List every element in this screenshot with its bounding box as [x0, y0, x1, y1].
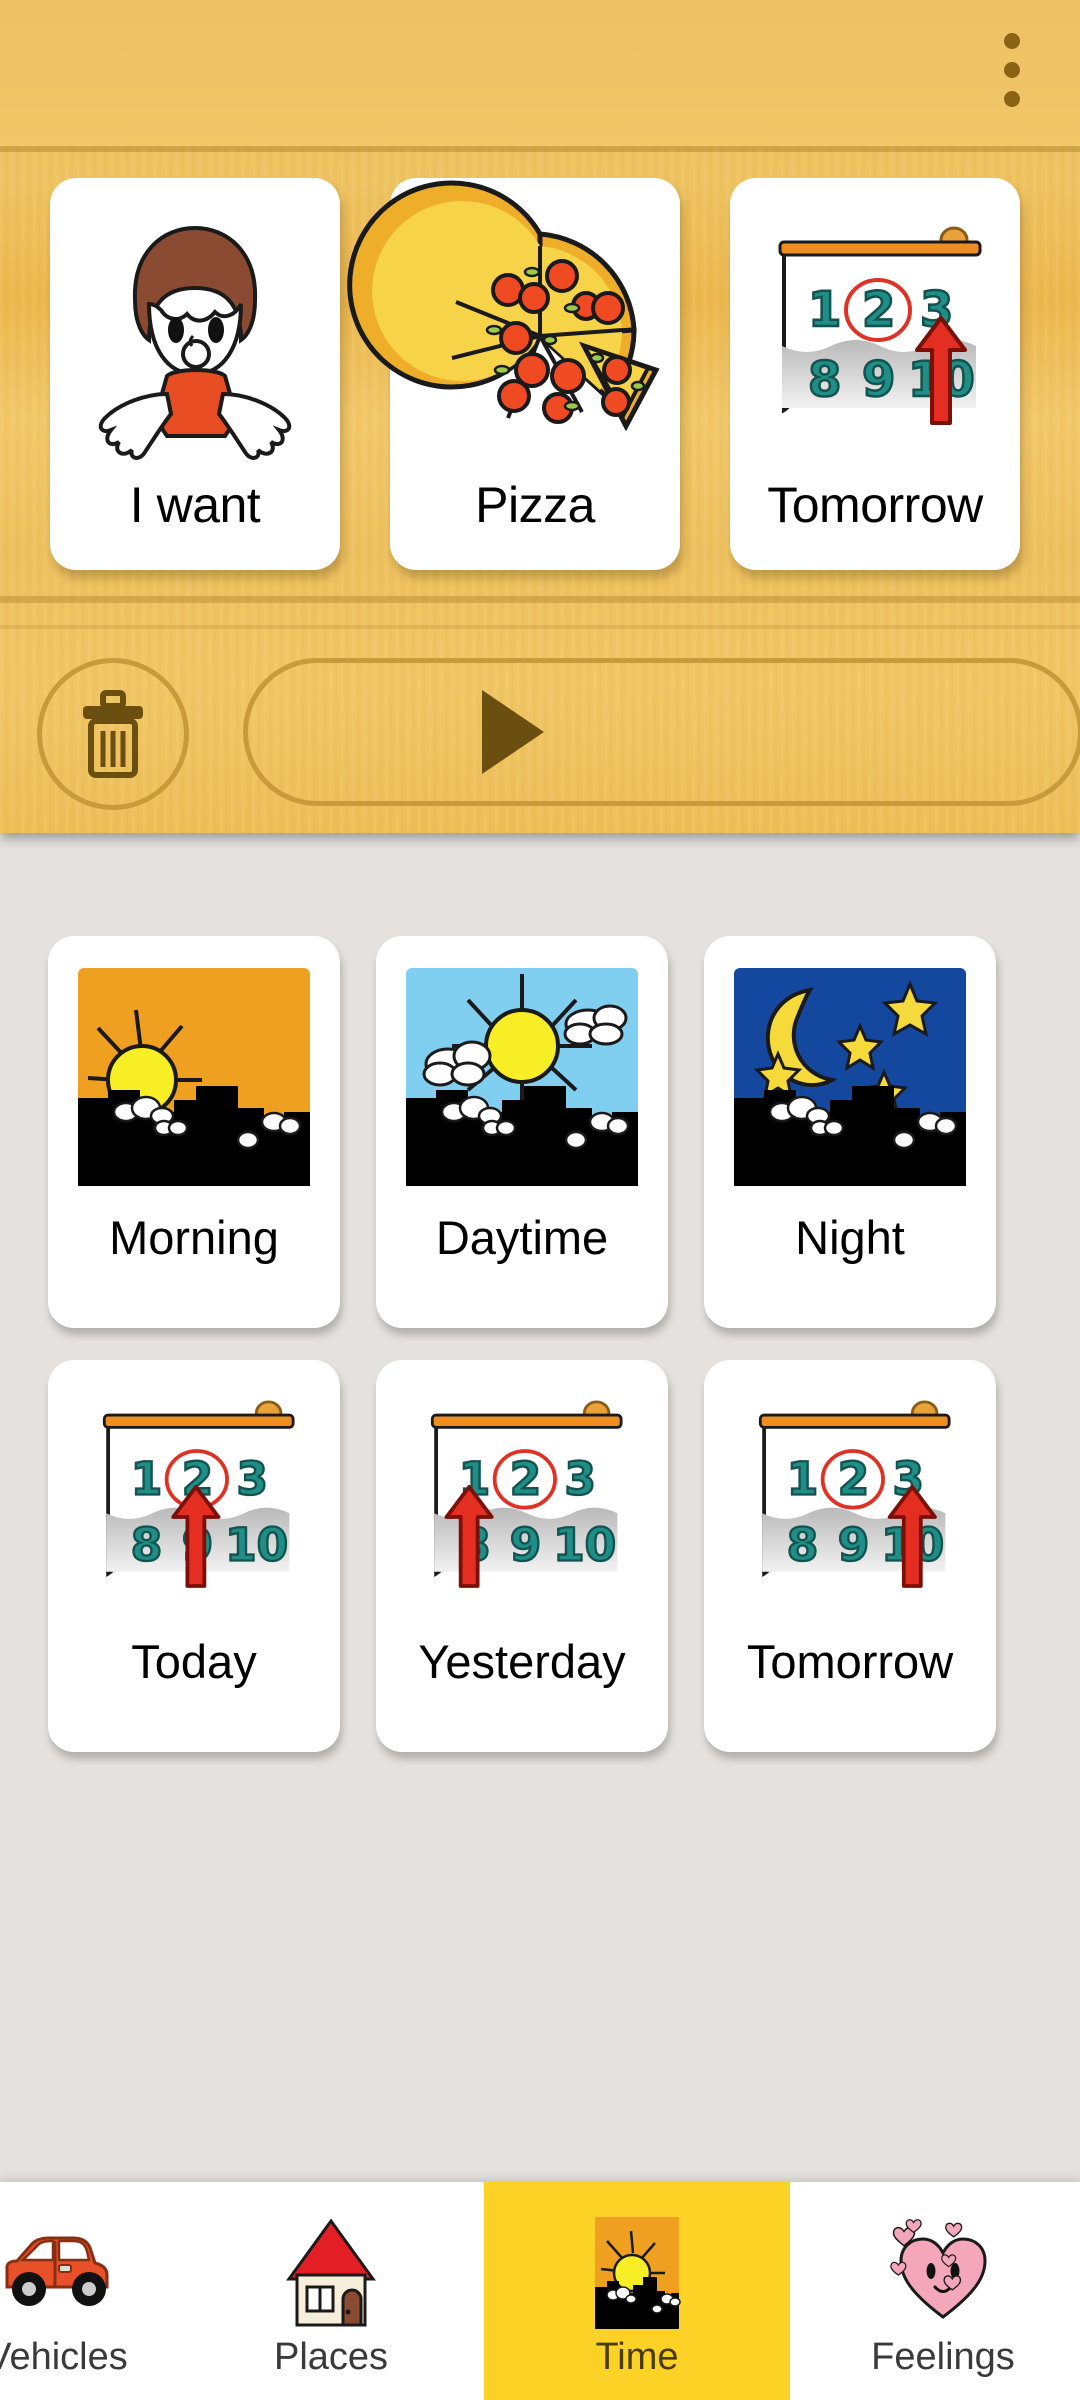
nav-item-feelings[interactable]: Feelings	[790, 2182, 1080, 2400]
play-icon	[482, 690, 544, 774]
svg-text:2: 2	[838, 1452, 870, 1505]
svg-text:3: 3	[236, 1452, 268, 1505]
svg-text:3: 3	[564, 1452, 596, 1505]
sun-clouds-city-icon	[400, 958, 644, 1196]
nav-item-vehicles[interactable]: Vehicles	[0, 2182, 178, 2400]
svg-text:2: 2	[510, 1452, 542, 1505]
wood-band	[0, 0, 1080, 148]
menu-dot	[1004, 91, 1020, 107]
house-icon	[270, 2212, 392, 2334]
car-icon	[0, 2212, 118, 2334]
delete-button[interactable]	[37, 658, 189, 810]
tile-label: Yesterday	[418, 1635, 626, 1688]
svg-text:1: 1	[787, 1452, 819, 1505]
menu-dot	[1004, 62, 1020, 78]
category-nav[interactable]: Vehicles Places Time Feelings	[0, 2182, 1080, 2400]
nav-item-places[interactable]: Places	[178, 2182, 484, 2400]
tile-label: Today	[131, 1635, 257, 1688]
wood-band	[0, 625, 1080, 629]
trash-icon	[83, 690, 143, 778]
calendar-yesterday-icon: 123 8910	[400, 1382, 644, 1620]
sentence-header: I want Pizza 1 2 3 8 9 Tomorrow	[0, 0, 1080, 833]
svg-text:9: 9	[510, 1518, 542, 1571]
tile-night[interactable]: Night	[704, 936, 996, 1328]
sentence-toolbar	[0, 640, 1080, 826]
wood-band	[0, 146, 1080, 152]
sentence-card-pizza[interactable]: Pizza	[347, 178, 680, 570]
svg-text:1: 1	[131, 1452, 163, 1505]
nav-label: Feelings	[871, 2335, 1015, 2378]
calendar-today-icon: 123 8910	[72, 1382, 316, 1620]
moon-stars-city-icon	[728, 958, 972, 1196]
menu-dot	[1004, 33, 1020, 49]
tile-daytime[interactable]: Daytime	[376, 936, 668, 1328]
sentence-card-label: I want	[129, 477, 261, 533]
svg-text:2: 2	[862, 282, 895, 338]
svg-text:9: 9	[862, 352, 895, 408]
aac-app-screen: I want Pizza 1 2 3 8 9 Tomorrow Morning …	[0, 0, 1080, 2400]
calendar-tomorrow-icon: 123 8910	[745, 194, 1005, 472]
calendar-tomorrow-icon: 123 8910	[728, 1382, 972, 1620]
nav-label: Time	[595, 2335, 679, 2378]
svg-text:8: 8	[808, 352, 841, 408]
speak-button[interactable]	[243, 658, 1080, 806]
sentence-bar: I want Pizza 1 2 3 8 9 Tomorrow	[0, 178, 1080, 578]
sentence-card-label: Tomorrow	[767, 477, 983, 533]
tile-morning[interactable]: Morning	[48, 936, 340, 1328]
tile-yesterday[interactable]: 123 8910 Yesterday	[376, 1360, 668, 1752]
svg-text:10: 10	[225, 1518, 288, 1571]
tile-label: Night	[795, 1211, 905, 1264]
person-wanting-icon	[65, 194, 325, 472]
svg-text:9: 9	[838, 1518, 870, 1571]
svg-text:1: 1	[808, 282, 841, 338]
tile-tomorrow[interactable]: 123 8910 Tomorrow	[704, 1360, 996, 1752]
overflow-menu-icon[interactable]	[966, 22, 1058, 118]
sunrise-icon	[576, 2212, 698, 2334]
tile-label: Morning	[109, 1211, 279, 1264]
wood-band	[0, 596, 1080, 603]
tile-today[interactable]: 123 8910 Today	[48, 1360, 340, 1752]
symbol-grid: Morning Daytime Night 1 2 3 8 10 Today 1…	[0, 876, 1080, 1752]
nav-label: Places	[273, 2335, 389, 2378]
nav-item-time[interactable]: Time	[484, 2182, 790, 2400]
tile-label: Daytime	[435, 1211, 609, 1264]
sunrise-city-icon	[72, 958, 316, 1196]
heart-face-icon	[882, 2212, 1004, 2334]
tile-label: Tomorrow	[746, 1635, 954, 1688]
sentence-card-label: Pizza	[475, 477, 595, 533]
svg-text:10: 10	[553, 1518, 616, 1571]
svg-text:8: 8	[787, 1518, 819, 1571]
nav-label: Vehicles	[0, 2335, 128, 2378]
sentence-card-i-want[interactable]: I want	[50, 178, 340, 570]
pizza-icon	[347, 180, 665, 472]
svg-text:8: 8	[131, 1518, 163, 1571]
sentence-card-tomorrow[interactable]: 123 8910 Tomorrow	[730, 178, 1020, 570]
